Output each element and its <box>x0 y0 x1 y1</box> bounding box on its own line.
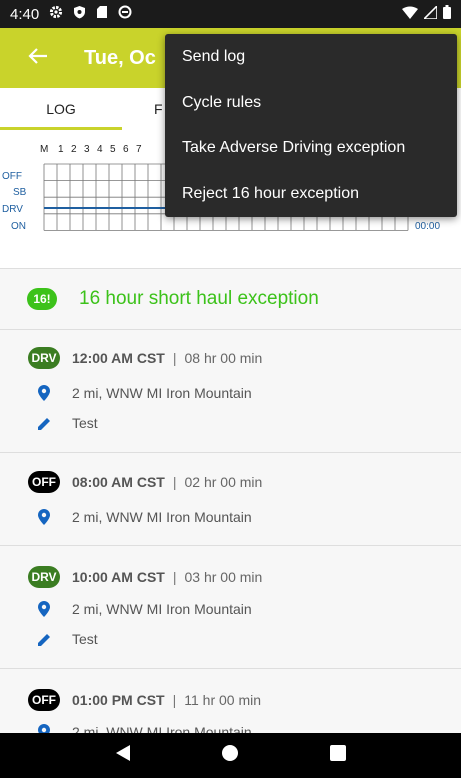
tab-second-label: F <box>154 101 163 117</box>
location-pin-icon <box>28 601 60 617</box>
hour-label: M <box>40 144 48 155</box>
event-time: 12:00 AM CST <box>72 350 165 366</box>
signal-icon <box>422 3 438 23</box>
hour-label: 3 <box>84 144 90 155</box>
status-badge: DRV <box>28 566 60 588</box>
battery-icon <box>443 5 451 23</box>
screen: 4:40 Tue, Oc LOG F M 1 2 3 4 5 6 7 OFF S… <box>0 0 461 778</box>
status-bar: 4:40 <box>0 0 461 28</box>
menu-item-cycle-rules[interactable]: Cycle rules <box>165 80 457 126</box>
row-label-drv: DRV <box>2 204 23 215</box>
event-time: 08:00 AM CST <box>72 474 165 490</box>
event-location: 2 mi, WNW MI Iron Mountain <box>72 385 252 401</box>
list-item[interactable]: OFF 01:00 PM CST | 11 hr 00 min 2 mi, WN… <box>0 669 461 733</box>
wifi-icon <box>402 6 418 23</box>
menu-item-send-log[interactable]: Send log <box>165 34 457 80</box>
hour-label: 4 <box>97 144 103 155</box>
status-badge: DRV <box>28 347 60 369</box>
event-separator: | <box>172 474 177 490</box>
row-label-sb: SB <box>13 187 27 198</box>
list-item[interactable]: DRV 12:00 AM CST | 08 hr 00 min 2 mi, WN… <box>0 330 461 452</box>
sd-card-icon <box>96 5 108 23</box>
exception-badge: 16! <box>27 288 57 310</box>
back-arrow-icon[interactable] <box>28 44 68 72</box>
nav-recents-icon[interactable] <box>329 745 346 766</box>
exception-banner: 16! 16 hour short haul exception <box>0 269 461 329</box>
menu-item-reject-16-hour[interactable]: Reject 16 hour exception <box>165 171 457 217</box>
event-separator: | <box>172 569 177 585</box>
menu-item-adverse-driving[interactable]: Take Adverse Driving exception <box>165 126 457 172</box>
event-duration: 08 hr 00 min <box>184 350 263 366</box>
location-pin-icon <box>28 509 60 525</box>
page-title: Tue, Oc <box>84 46 156 69</box>
event-duration: 03 hr 00 min <box>184 569 263 585</box>
hour-label: 7 <box>136 144 142 155</box>
tab-log[interactable]: LOG <box>0 88 122 130</box>
list-item[interactable]: OFF 08:00 AM CST | 02 hr 00 min 2 mi, WN… <box>0 453 461 545</box>
status-time: 4:40 <box>10 5 40 23</box>
event-time: 10:00 AM CST <box>72 569 165 585</box>
event-location: 2 mi, WNW MI Iron Mountain <box>72 601 252 617</box>
status-badge: OFF <box>28 689 60 711</box>
event-note: Test <box>72 415 98 431</box>
hour-label: 5 <box>110 144 116 155</box>
event-duration: 02 hr 00 min <box>184 474 263 490</box>
hour-label: 6 <box>123 144 129 155</box>
event-location: 2 mi, WNW MI Iron Mountain <box>72 509 252 525</box>
nav-back-icon[interactable] <box>115 744 131 767</box>
list-item[interactable]: DRV 10:00 AM CST | 03 hr 00 min 2 mi, WN… <box>0 546 461 668</box>
shield-icon <box>73 5 86 23</box>
event-location: 2 mi, WNW MI Iron Mountain <box>72 724 252 733</box>
pencil-icon <box>28 416 60 431</box>
data-saver-icon <box>118 5 132 23</box>
system-nav-bar <box>0 733 461 778</box>
event-duration: 11 hr 00 min <box>184 692 262 708</box>
pencil-icon <box>28 632 60 647</box>
row-label-on: ON <box>11 221 26 232</box>
gear-icon <box>49 5 63 23</box>
event-separator: | <box>172 350 177 366</box>
total-on-duty: 00:00 <box>415 221 440 232</box>
status-badge: OFF <box>28 471 60 493</box>
location-pin-icon <box>28 385 60 401</box>
hour-label: 2 <box>71 144 77 155</box>
row-label-off: OFF <box>2 171 22 182</box>
location-pin-icon <box>28 724 60 733</box>
hour-label: 1 <box>58 144 64 155</box>
event-time: 01:00 PM CST <box>72 692 165 708</box>
exception-text: 16 hour short haul exception <box>79 288 319 309</box>
event-note: Test <box>72 631 98 647</box>
overflow-menu: Send log Cycle rules Take Adverse Drivin… <box>165 34 457 217</box>
nav-home-icon[interactable] <box>221 744 239 767</box>
event-separator: | <box>172 692 177 708</box>
tab-log-label: LOG <box>46 101 76 117</box>
